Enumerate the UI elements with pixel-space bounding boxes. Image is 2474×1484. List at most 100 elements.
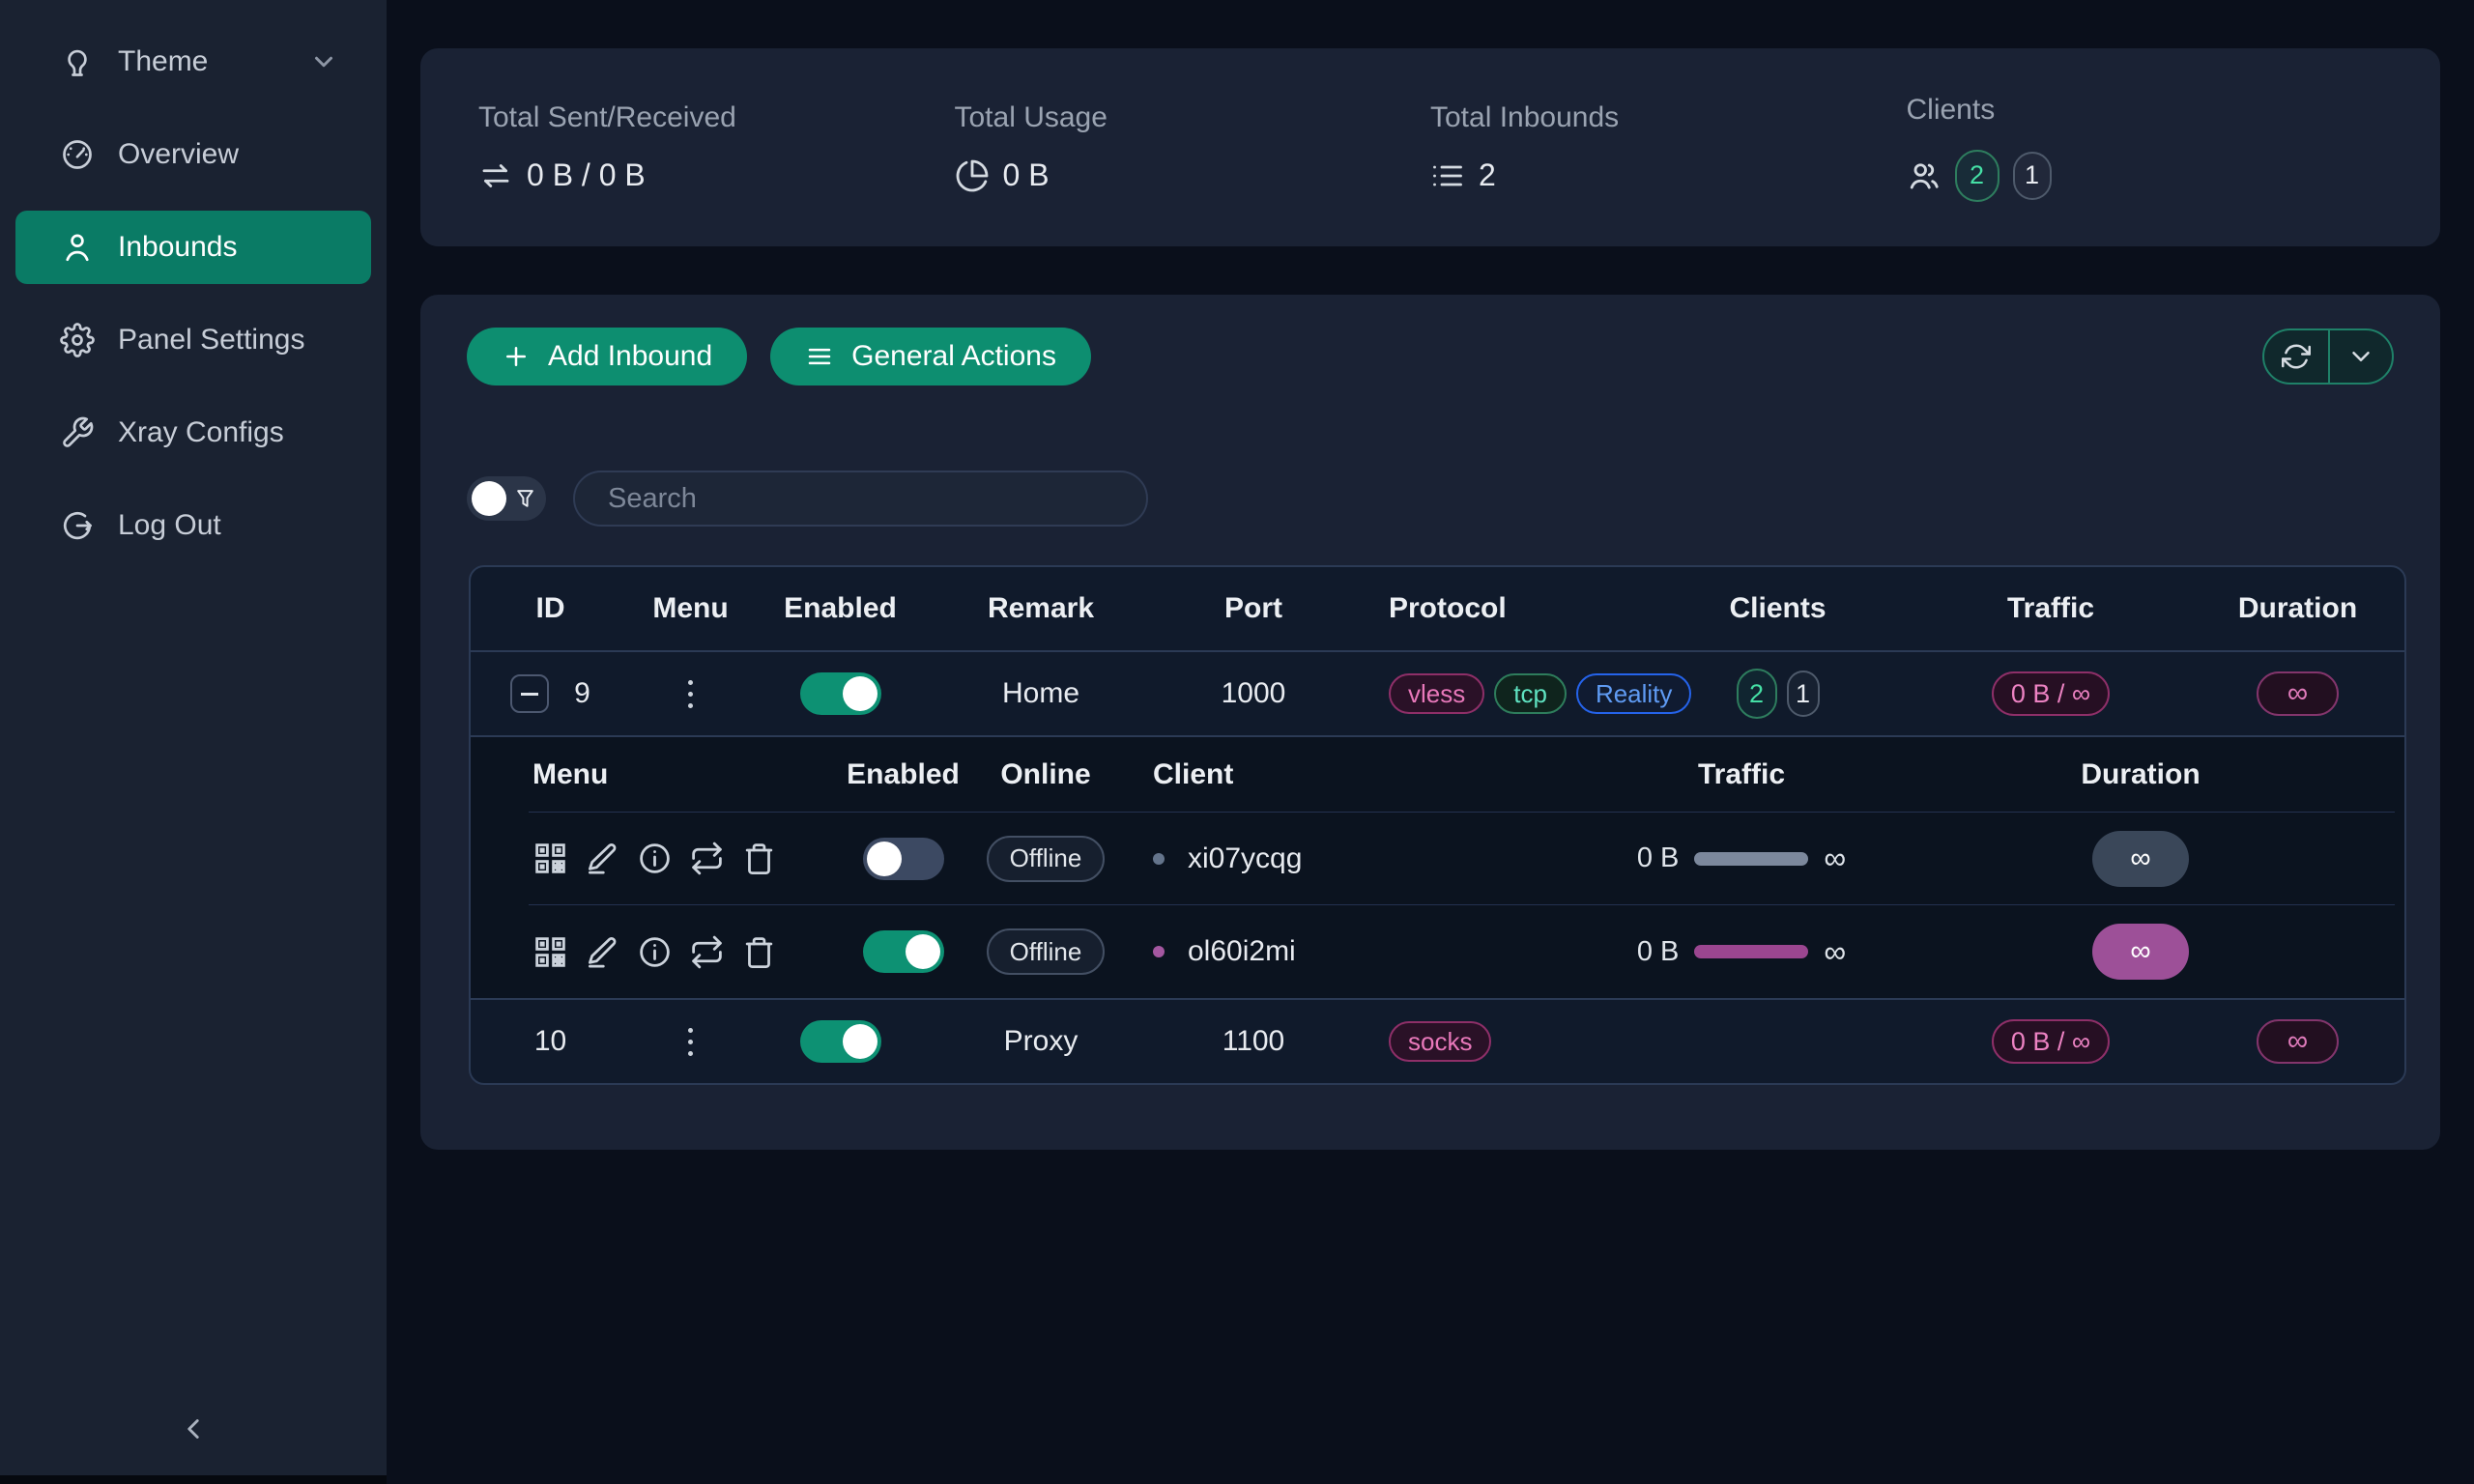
theme-selector[interactable]: Theme: [0, 25, 387, 99]
header-menu: Menu: [630, 592, 751, 625]
wrench-icon: [60, 415, 95, 450]
traffic-used: 0 B: [1637, 842, 1680, 874]
header-port: Port: [1152, 592, 1355, 625]
sidebar-item-inbounds[interactable]: Inbounds: [15, 211, 371, 284]
reset-icon[interactable]: [689, 841, 725, 876]
logout-icon: [60, 508, 95, 543]
chevron-down-icon: [2346, 342, 2375, 371]
header-protocol: Protocol: [1355, 592, 1645, 625]
filter-row: [467, 471, 2440, 527]
sidebar-item-xray-configs[interactable]: Xray Configs: [0, 396, 387, 470]
inbound-id: 9: [574, 677, 590, 710]
chevron-left-icon: [177, 1413, 210, 1445]
users-icon: [1907, 158, 1942, 193]
clients-online-badge: 2: [1737, 669, 1777, 719]
sub-header-traffic: Traffic: [1597, 758, 1886, 791]
toggle-knob: [472, 481, 506, 516]
filter-toggle[interactable]: [467, 476, 546, 521]
actions-bar: Add Inbound General Actions: [420, 295, 2440, 385]
client-color-dot: [1153, 946, 1165, 957]
stat-label: Clients: [1907, 94, 2383, 127]
menu-icon: [805, 342, 834, 371]
add-inbound-button[interactable]: Add Inbound: [467, 328, 747, 385]
remark-cell: Proxy: [930, 1025, 1152, 1058]
row-menu-button[interactable]: [680, 1020, 701, 1064]
refresh-dropdown-button[interactable]: [2328, 330, 2392, 383]
traffic-badge: 0 B / ∞: [1992, 671, 2110, 716]
client-name: xi07ycqg: [1188, 842, 1302, 875]
refresh-button[interactable]: [2264, 330, 2328, 383]
gauge-icon: [60, 137, 95, 172]
gear-icon: [60, 323, 95, 357]
client-row: Offline ol60i2mi 0 B ∞ ∞: [529, 905, 2395, 998]
client-enabled-toggle[interactable]: [863, 838, 944, 880]
table-row: 10 Proxy 1100 socks 0 B / ∞ ∞: [471, 1000, 2404, 1083]
sidebar-item-label: Xray Configs: [118, 416, 284, 449]
client-enabled-toggle[interactable]: [863, 930, 944, 973]
clients-total-badge: 1: [1787, 671, 1820, 717]
header-traffic: Traffic: [1911, 592, 2191, 625]
list-icon: [1430, 158, 1465, 193]
client-name: ol60i2mi: [1188, 935, 1296, 968]
qr-code-icon[interactable]: [532, 841, 568, 876]
port-cell: 1100: [1152, 1025, 1355, 1058]
enabled-toggle[interactable]: [800, 1020, 881, 1063]
stat-total-sent-received: Total Sent/Received 0 B / 0 B: [478, 101, 955, 193]
protocol-cell: vless tcp Reality: [1355, 673, 1645, 714]
edit-icon[interactable]: [585, 841, 620, 876]
plus-icon: [502, 342, 531, 371]
port-cell: 1000: [1152, 677, 1355, 710]
enabled-toggle[interactable]: [800, 672, 881, 715]
clients-online-badge: 2: [1955, 150, 1999, 202]
stat-clients: Clients 2 1: [1907, 94, 2383, 202]
sidebar-item-panel-settings[interactable]: Panel Settings: [0, 303, 387, 377]
general-actions-button[interactable]: General Actions: [770, 328, 1091, 385]
traffic-used: 0 B: [1637, 936, 1680, 968]
sub-header-client: Client: [1118, 758, 1597, 791]
qr-code-icon[interactable]: [532, 934, 568, 970]
info-icon[interactable]: [637, 841, 673, 876]
client-duration-badge: ∞: [2092, 924, 2189, 980]
sidebar-item-log-out[interactable]: Log Out: [0, 489, 387, 562]
header-id: ID: [471, 592, 630, 625]
protocol-badge-vless: vless: [1389, 673, 1484, 714]
sidebar-nav: Overview Inbounds Panel Settings: [0, 118, 387, 562]
row-menu-button[interactable]: [680, 672, 701, 716]
sub-header-online: Online: [973, 758, 1118, 791]
trash-icon[interactable]: [741, 841, 777, 876]
sidebar-item-overview[interactable]: Overview: [0, 118, 387, 191]
reset-icon[interactable]: [689, 934, 725, 970]
sidebar-item-label: Panel Settings: [118, 324, 304, 357]
remark-cell: Home: [930, 677, 1152, 710]
collapse-row-button[interactable]: [510, 674, 549, 713]
scrollbar-track[interactable]: [0, 1475, 387, 1484]
id-cell: 9: [471, 674, 630, 713]
clients-subtable: Menu Enabled Online Client Traffic Durat…: [471, 735, 2404, 1000]
info-icon[interactable]: [637, 934, 673, 970]
stat-total-inbounds: Total Inbounds 2: [1430, 101, 1907, 193]
edit-icon[interactable]: [585, 934, 620, 970]
clients-total-badge: 1: [2013, 152, 2052, 200]
general-actions-label: General Actions: [851, 340, 1056, 373]
trash-icon[interactable]: [741, 934, 777, 970]
sidebar-item-label: Inbounds: [118, 231, 237, 264]
header-enabled: Enabled: [751, 592, 930, 625]
sub-header-duration: Duration: [1886, 758, 2395, 791]
sidebar: Theme Overview Inbounds: [0, 0, 387, 1484]
refresh-icon: [2282, 342, 2311, 371]
traffic-progress-bar: [1694, 852, 1808, 866]
search-input[interactable]: [573, 471, 1148, 527]
online-status-badge: Offline: [987, 836, 1106, 882]
sub-header-enabled: Enabled: [833, 758, 973, 791]
stat-label: Total Sent/Received: [478, 101, 955, 134]
inbounds-card: Add Inbound General Actions: [420, 295, 2440, 1150]
inbounds-table: ID Menu Enabled Remark Port Protocol Cli…: [469, 565, 2406, 1085]
header-duration: Duration: [2191, 592, 2404, 625]
duration-badge: ∞: [2257, 671, 2339, 716]
clients-cell: 2 1: [1645, 669, 1911, 719]
sidebar-collapse-button[interactable]: [0, 1395, 387, 1463]
bulb-icon: [60, 44, 95, 79]
add-inbound-label: Add Inbound: [548, 340, 712, 373]
protocol-badge-socks: socks: [1389, 1021, 1491, 1062]
traffic-limit: ∞: [1824, 841, 1846, 876]
